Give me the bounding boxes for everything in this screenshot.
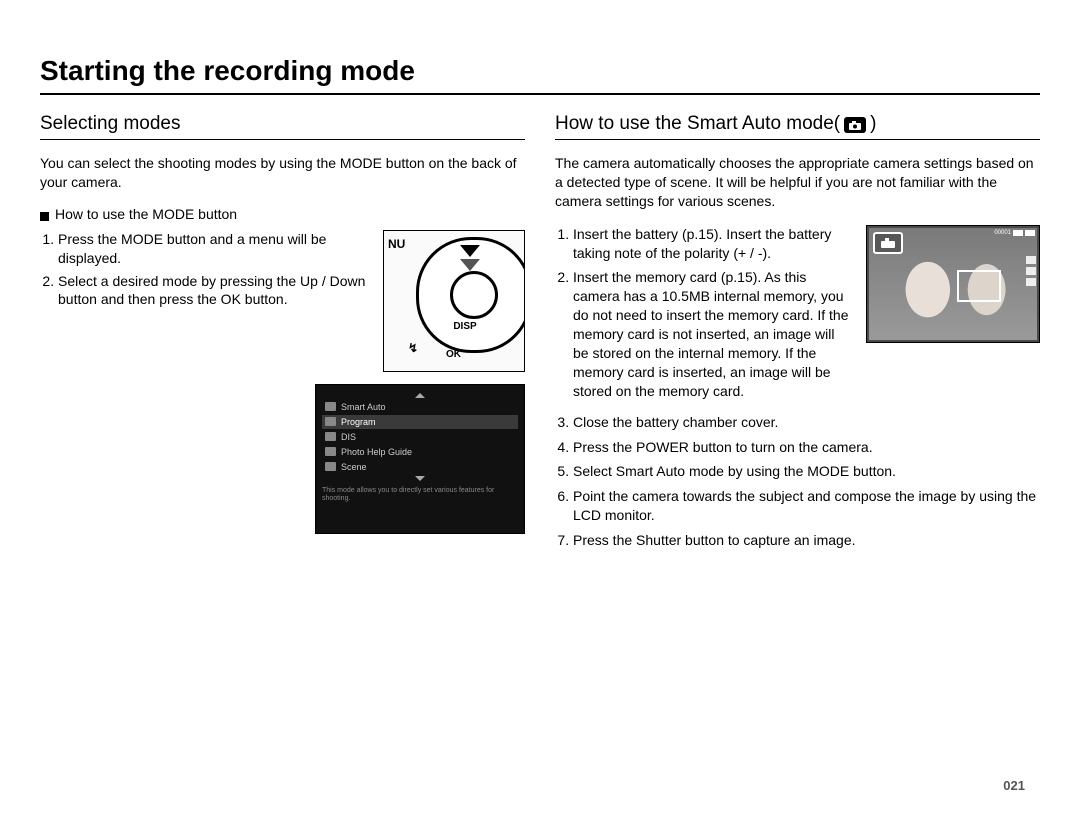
menu-label: DIS — [341, 432, 356, 442]
menu-row: Photo Help Guide — [322, 445, 518, 459]
center-button-icon — [450, 271, 498, 319]
page-title: Starting the recording mode — [40, 55, 1040, 87]
down-arrow-icon — [460, 245, 480, 257]
smart-auto-icon — [325, 402, 336, 411]
right-steps: Insert the battery (p.15). Insert the ba… — [555, 225, 850, 401]
left-column: Selecting modes You can select the shoot… — [40, 113, 525, 556]
columns: Selecting modes You can select the shoot… — [40, 113, 1040, 556]
card-icon — [1013, 230, 1023, 236]
right-steps-wrap: Insert the battery (p.15). Insert the ba… — [555, 225, 1040, 407]
page-number: 021 — [1003, 778, 1025, 793]
list-item: Press the POWER button to turn on the ca… — [573, 438, 1040, 457]
right-steps-cont: Close the battery chamber cover. Press t… — [555, 413, 1040, 550]
overlay-icon — [1026, 256, 1036, 264]
title-rule — [40, 93, 1040, 95]
left-rule — [40, 139, 525, 140]
subhead-post: ) — [870, 113, 876, 135]
list-item: Insert the battery (p.15). Insert the ba… — [573, 225, 850, 263]
left-intro: You can select the shooting modes by usi… — [40, 154, 525, 192]
ok-label: OK — [446, 349, 461, 360]
list-item: Close the battery chamber cover. — [573, 413, 1040, 432]
overlay-icon — [1026, 278, 1036, 286]
menu-row: Scene — [322, 460, 518, 474]
left-steps-text: Press the MODE button and a menu will be… — [40, 230, 373, 372]
menu-label: Scene — [341, 462, 367, 472]
list-item: Point the camera towards the subject and… — [573, 487, 1040, 525]
menu-row: Smart Auto — [322, 400, 518, 414]
menu-row: DIS — [322, 430, 518, 444]
menu-up-arrow-icon — [415, 393, 425, 398]
list-item: Insert the memory card (p.15). As this c… — [573, 268, 850, 400]
disp-label: DISP — [440, 321, 490, 332]
subhead-pre: How to use the Smart Auto mode( — [555, 113, 840, 135]
menu-label: Smart Auto — [341, 402, 386, 412]
list-item: Press the Shutter button to capture an i… — [573, 531, 1040, 550]
left-steps: Press the MODE button and a menu will be… — [40, 230, 373, 310]
camera-back-illustration: NU DISP ↯ OK — [383, 230, 525, 372]
menu-down-arrow-icon — [415, 476, 425, 481]
battery-icon — [1025, 230, 1035, 236]
af-frame-icon — [957, 270, 1001, 302]
shot-counter: 00001 — [994, 230, 1011, 236]
list-item: Select a desired mode by pressing the Up… — [58, 272, 373, 310]
right-subhead: How to use the Smart Auto mode( ) — [555, 113, 1040, 135]
mode-menu-screenshot: Smart Auto Program DIS Photo Help Guide … — [315, 384, 525, 534]
scene-icon — [325, 462, 336, 471]
mode-indicator-icon — [873, 232, 903, 254]
status-bar-icons: 00001 — [994, 230, 1035, 236]
program-icon — [325, 417, 336, 426]
menu-row-selected: Program — [322, 415, 518, 429]
menu-hint: This mode allows you to directly set var… — [322, 487, 518, 504]
smart-auto-mode-icon — [844, 117, 866, 133]
lcd-preview-illustration: 00001 — [866, 225, 1040, 343]
howto-heading: How to use the MODE button — [55, 206, 237, 222]
right-column: How to use the Smart Auto mode( ) The ca… — [555, 113, 1040, 556]
down-arrow-shadow-icon — [460, 259, 480, 271]
square-bullet-icon — [40, 212, 49, 221]
manual-page: Starting the recording mode Selecting mo… — [0, 0, 1080, 815]
right-overlay-icons — [1026, 256, 1036, 286]
menu-label: Photo Help Guide — [341, 447, 412, 457]
dis-icon — [325, 432, 336, 441]
howto-heading-block: How to use the MODE button — [40, 206, 525, 222]
nu-label: NU — [388, 237, 405, 251]
overlay-icon — [1026, 267, 1036, 275]
menu-label: Program — [341, 417, 376, 427]
flash-icon: ↯ — [408, 341, 418, 355]
right-intro: The camera automatically chooses the app… — [555, 154, 1040, 211]
photo-help-icon — [325, 447, 336, 456]
right-rule — [555, 139, 1040, 140]
left-steps-wrap: Press the MODE button and a menu will be… — [40, 230, 525, 372]
list-item: Select Smart Auto mode by using the MODE… — [573, 462, 1040, 481]
right-steps-text: Insert the battery (p.15). Insert the ba… — [555, 225, 850, 407]
list-item: Press the MODE button and a menu will be… — [58, 230, 373, 268]
left-subhead: Selecting modes — [40, 113, 525, 135]
